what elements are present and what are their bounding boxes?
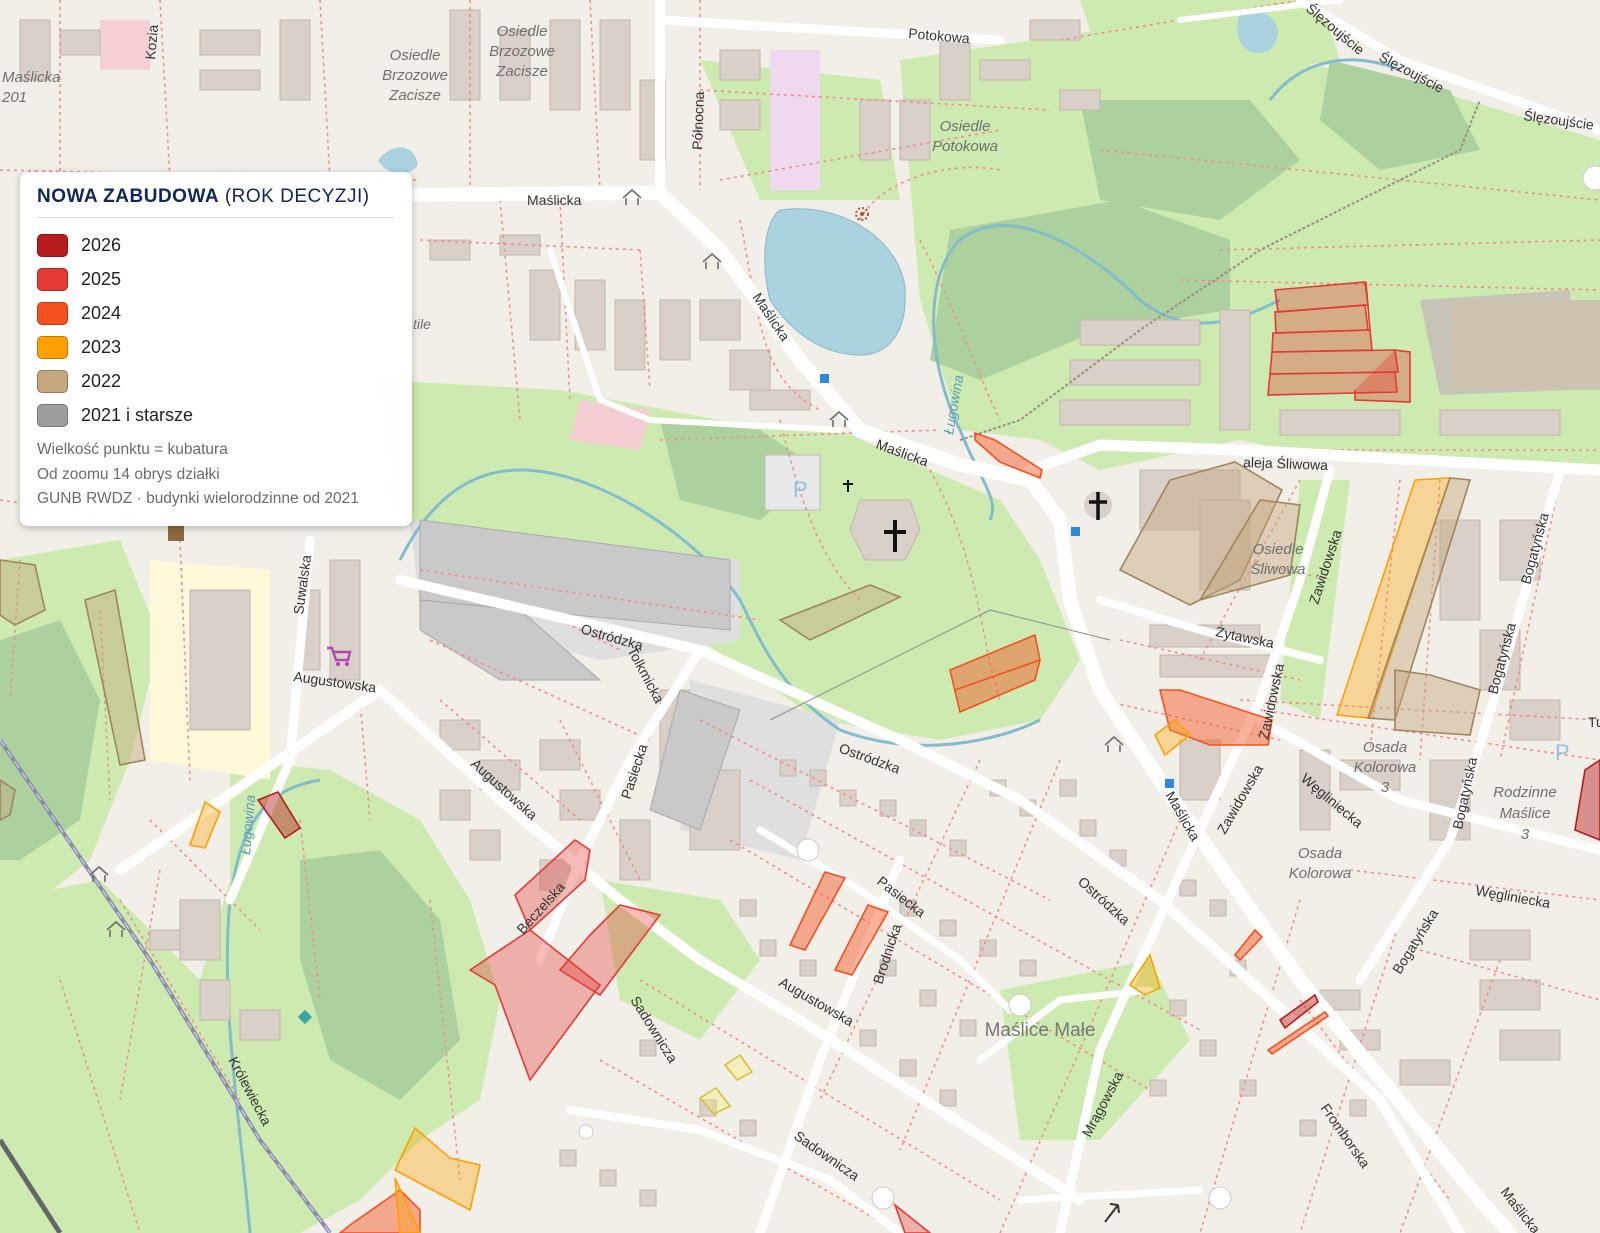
area-label-brzozowe-b1: Osiedle bbox=[390, 47, 441, 64]
legend-swatch bbox=[37, 233, 68, 257]
library-icon bbox=[168, 525, 184, 541]
legend-note-source: GUNB RWDZ · budynki wielorodzinne od 202… bbox=[37, 490, 359, 507]
legend-swatch bbox=[37, 403, 68, 427]
legend-label: 2021 i starsze bbox=[81, 404, 194, 425]
area-label-brzozowe-b2: Brzozowe bbox=[382, 67, 448, 84]
legend-item-2025: 2025 bbox=[37, 262, 394, 296]
area-label-sliwowa-1: Osiedle bbox=[1253, 541, 1304, 558]
area-label-kolorowa3-1: Osada bbox=[1363, 739, 1407, 756]
legend-item-2026: 2026 bbox=[37, 228, 394, 262]
legend-title-main: NOWA ZABUDOWA bbox=[37, 186, 220, 207]
legend-swatch bbox=[37, 301, 68, 325]
area-label-brzozowe-b3: Zacisze bbox=[388, 87, 441, 104]
area-label-maslicka201-2: 201 bbox=[1, 89, 27, 106]
area-label-kolorowa-2: Kolorowa bbox=[1289, 865, 1352, 882]
street-label-kozia: Kozia bbox=[142, 24, 161, 60]
legend-label: 2023 bbox=[81, 336, 122, 357]
legend-swatch bbox=[37, 335, 68, 359]
legend-label: 2025 bbox=[81, 268, 122, 289]
area-label-potokowa-2: Potokowa bbox=[932, 138, 998, 155]
area-label-brzozowe-3: Zacisze bbox=[495, 63, 548, 80]
area-label-brzozowe-1: Osiedle bbox=[497, 23, 548, 40]
legend-swatch bbox=[37, 369, 68, 393]
legend-title: NOWA ZABUDOWA (ROK DECYZJI) bbox=[37, 186, 394, 218]
brownfield bbox=[1450, 300, 1600, 390]
legend-title-sub: (ROK DECYZJI) bbox=[224, 186, 370, 207]
legend-item-2022: 2022 bbox=[37, 364, 394, 398]
street-label-aleja-sliwowa: aleja Śliwowa bbox=[1243, 453, 1329, 473]
legend-list: 2026 2025 2024 2023 2022 2021 i starsze bbox=[37, 228, 394, 432]
legend-swatch bbox=[37, 267, 68, 291]
area-label-kolorowa3-2: Kolorowa bbox=[1354, 759, 1417, 776]
area-label-kolorowa-1: Osada bbox=[1298, 845, 1342, 862]
legend-label: 2022 bbox=[81, 370, 122, 391]
legend-note-size: Wielkość punktu = kubatura bbox=[37, 441, 228, 458]
area-label-maslice3-1: Rodzinne bbox=[1493, 784, 1556, 801]
legend-label: 2026 bbox=[81, 234, 122, 255]
area-label-brzozowe-2: Brzozowe bbox=[489, 43, 555, 60]
street-label-polnocna: Północna bbox=[689, 91, 707, 150]
area-label-kolorowa3-3: 3 bbox=[1381, 779, 1390, 796]
area-label-potokowa-1: Osiedle bbox=[940, 118, 991, 135]
legend-notes: Wielkość punktu = kubatura Od zoomu 14 o… bbox=[37, 438, 394, 512]
street-label-maslicka: Maślicka bbox=[527, 192, 582, 208]
legend-item-2021-older: 2021 i starsze bbox=[37, 398, 394, 432]
area-label-maslice-male: Maślice Małe bbox=[985, 1020, 1096, 1041]
area-label-maslicka201-1: Maślicka bbox=[2, 69, 60, 86]
legend-item-2024: 2024 bbox=[37, 296, 394, 330]
area-label-tile: tile bbox=[413, 316, 431, 332]
area-label-maslice3-3: 3 bbox=[1521, 826, 1530, 843]
area-label-maslice3-2: Maślice bbox=[1500, 805, 1551, 822]
legend-label: 2024 bbox=[81, 302, 122, 323]
area-label-sliwowa-2: Śliwowa bbox=[1250, 560, 1305, 578]
parking-sign-icon: P bbox=[793, 477, 808, 502]
legend-item-2023: 2023 bbox=[37, 330, 394, 364]
parking-sign-icon-2: P bbox=[1555, 740, 1570, 765]
legend-panel: NOWA ZABUDOWA (ROK DECYZJI) 2026 2025 20… bbox=[20, 172, 412, 526]
legend-note-zoom: Od zoomu 14 obrys działki bbox=[37, 465, 220, 483]
street-label-tu: Tu bbox=[1588, 714, 1600, 730]
